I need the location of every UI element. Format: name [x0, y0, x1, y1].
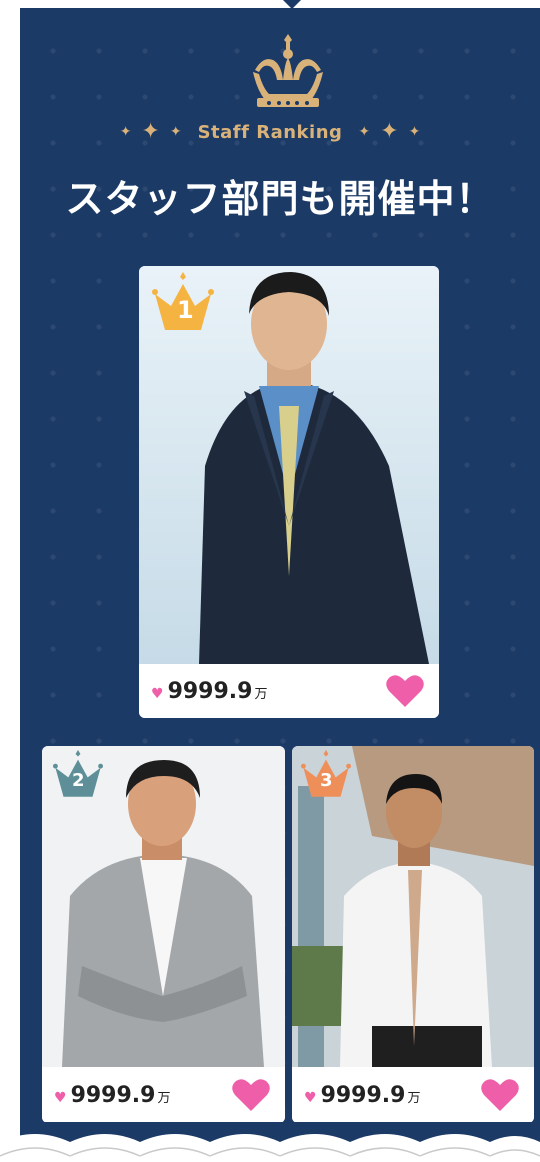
card-footer: ♥ 9999.9 万 [42, 1067, 285, 1123]
heart-icon[interactable] [480, 1077, 520, 1113]
sparkle-icon: ✦ [169, 124, 182, 140]
section-subtitle: Staff Ranking [197, 121, 343, 143]
sparkle-icon: ✦ [358, 124, 371, 140]
like-count-unit: 万 [407, 1090, 421, 1106]
rank-number: 3 [320, 770, 333, 791]
like-count-unit: 万 [254, 686, 268, 702]
sparkle-icon: ✦ [119, 124, 132, 140]
like-count-unit: 万 [157, 1090, 171, 1106]
heart-icon: ♥ [151, 685, 164, 702]
like-count: ♥ 9999.9 万 [151, 679, 267, 704]
card-footer: ♥ 9999.9 万 [139, 664, 439, 718]
like-count-value: 9999.9 [167, 678, 253, 704]
like-count-value: 9999.9 [320, 1082, 406, 1108]
crown-icon [253, 34, 323, 107]
ranking-card-2[interactable]: ♥ 9999.9 万 2 [42, 746, 285, 1123]
like-count-value: 9999.9 [70, 1082, 156, 1108]
staff-ranking-page: ✦ ✦ ✦ Staff Ranking ✦ ✦ ✦ スタッフ部門も開催中！ ♥ … [0, 0, 540, 1162]
sparkle-icon: ✦ [408, 124, 421, 140]
heart-icon[interactable] [385, 673, 425, 709]
rank-number: 1 [177, 296, 194, 324]
heart-icon: ♥ [304, 1089, 317, 1106]
page-title: スタッフ部門も開催中！ [65, 177, 495, 221]
wave-divider [0, 1122, 540, 1162]
rank-number: 2 [72, 770, 85, 791]
card-footer: ♥ 9999.9 万 [292, 1067, 534, 1123]
sparkle-icon: ✦ [380, 119, 399, 144]
heart-icon[interactable] [231, 1077, 271, 1113]
sparkle-icon: ✦ [141, 119, 160, 144]
like-count: ♥ 9999.9 万 [304, 1083, 420, 1108]
ranking-card-3[interactable]: ♥ 9999.9 万 3 [292, 746, 534, 1123]
subtitle-row: ✦ ✦ ✦ Staff Ranking ✦ ✦ ✦ [0, 118, 540, 146]
like-count: ♥ 9999.9 万 [54, 1083, 170, 1108]
heart-icon: ♥ [54, 1089, 67, 1106]
ranking-card-1[interactable]: ♥ 9999.9 万 1 [139, 266, 439, 718]
